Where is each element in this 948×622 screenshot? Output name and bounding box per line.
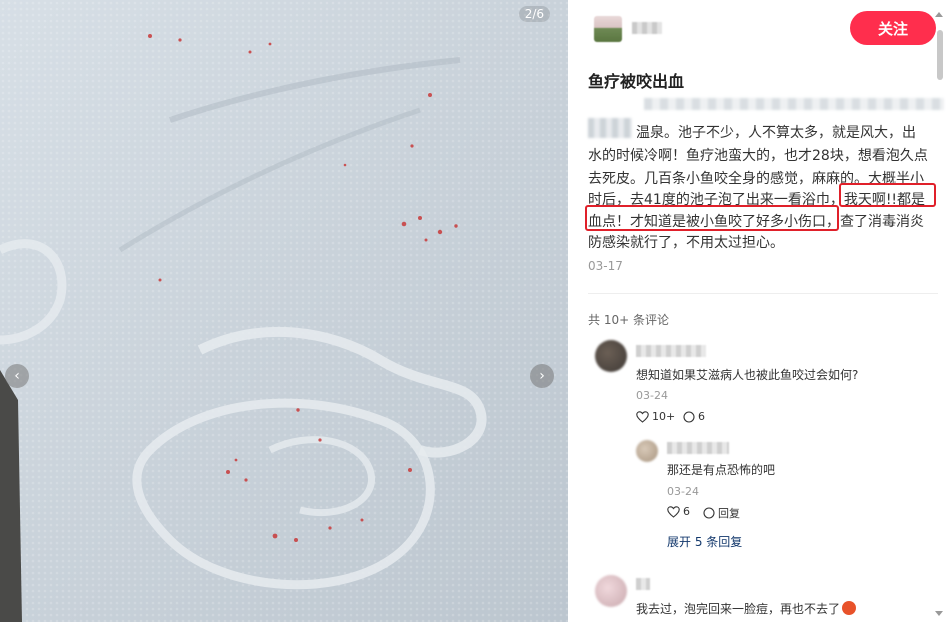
highlight-box bbox=[839, 183, 936, 207]
comment-count: 共 10+ 条评论 bbox=[588, 313, 669, 327]
comment-reply-button[interactable]: 6 bbox=[683, 410, 705, 423]
reply-name-blurred[interactable] bbox=[667, 442, 729, 454]
angry-face-icon bbox=[842, 601, 857, 615]
heart-icon bbox=[667, 505, 680, 518]
reply-avatar[interactable] bbox=[636, 440, 658, 462]
post-body-line: 温泉。池子不少，人不算太多，就是风大，出 bbox=[636, 125, 916, 141]
post-body-line: 水的时候冷啊！鱼疗池蛮大的，也才28块，想看泡久点 bbox=[588, 148, 928, 164]
towel-photo bbox=[0, 0, 568, 622]
comment-bubble-icon bbox=[703, 507, 715, 519]
post-image: 2/6 ‹ › bbox=[0, 0, 568, 622]
scrollbar[interactable] bbox=[935, 8, 945, 620]
scroll-down-icon[interactable] bbox=[935, 611, 943, 616]
reply-like-button[interactable]: 6 bbox=[667, 505, 690, 518]
comment-bubble-icon bbox=[683, 410, 695, 423]
post-body-line: 防感染就行了，不用太过担心。 bbox=[588, 235, 784, 251]
highlight-box bbox=[585, 205, 839, 231]
author-avatar[interactable] bbox=[594, 16, 622, 42]
comment-text-content: 我去过，泡完回来一脸痘，再也不去了 bbox=[636, 602, 841, 616]
post-text-blurred-line bbox=[644, 98, 944, 110]
post-date: 03-17 bbox=[588, 259, 623, 273]
commenter-avatar[interactable] bbox=[595, 340, 627, 372]
reply-label: 回复 bbox=[718, 507, 740, 520]
commenter-name-blurred[interactable] bbox=[636, 578, 650, 590]
divider bbox=[588, 293, 938, 294]
chevron-right-icon[interactable]: › bbox=[530, 364, 554, 388]
image-counter: 2/6 bbox=[518, 6, 550, 22]
post-text-blurred-start bbox=[588, 118, 632, 138]
heart-icon bbox=[636, 410, 649, 423]
reply-date: 03-24 bbox=[667, 485, 699, 498]
scroll-up-icon[interactable] bbox=[935, 12, 943, 17]
scrollbar-thumb[interactable] bbox=[937, 30, 943, 80]
comment-text: 想知道如果艾滋病人也被此鱼咬过会如何? bbox=[636, 368, 859, 382]
commenter-name-blurred[interactable] bbox=[636, 345, 706, 357]
reply-button[interactable]: 回复 bbox=[703, 505, 740, 521]
reply-text: 那还是有点恐怖的吧 bbox=[667, 463, 776, 477]
commenter-avatar[interactable] bbox=[595, 575, 627, 607]
author-name-blurred[interactable] bbox=[632, 22, 662, 34]
comment-text: 我去过，泡完回来一脸痘，再也不去了 bbox=[636, 600, 857, 617]
post-title: 鱼疗被咬出血 bbox=[588, 72, 685, 91]
like-count: 10+ bbox=[652, 410, 676, 423]
follow-button[interactable]: 关注 bbox=[850, 11, 936, 45]
like-count: 6 bbox=[683, 505, 690, 518]
comment-like-button[interactable]: 10+ bbox=[636, 410, 675, 423]
chevron-left-icon[interactable]: ‹ bbox=[5, 364, 29, 388]
note-panel: 关注 鱼疗被咬出血 温泉。池子不少，人不算太多，就是风大，出 水的时候冷啊！鱼疗… bbox=[568, 0, 948, 622]
reply-count: 6 bbox=[698, 410, 705, 423]
expand-replies-link[interactable]: 展开 5 条回复 bbox=[667, 533, 742, 550]
comment-date: 03-24 bbox=[636, 389, 668, 402]
